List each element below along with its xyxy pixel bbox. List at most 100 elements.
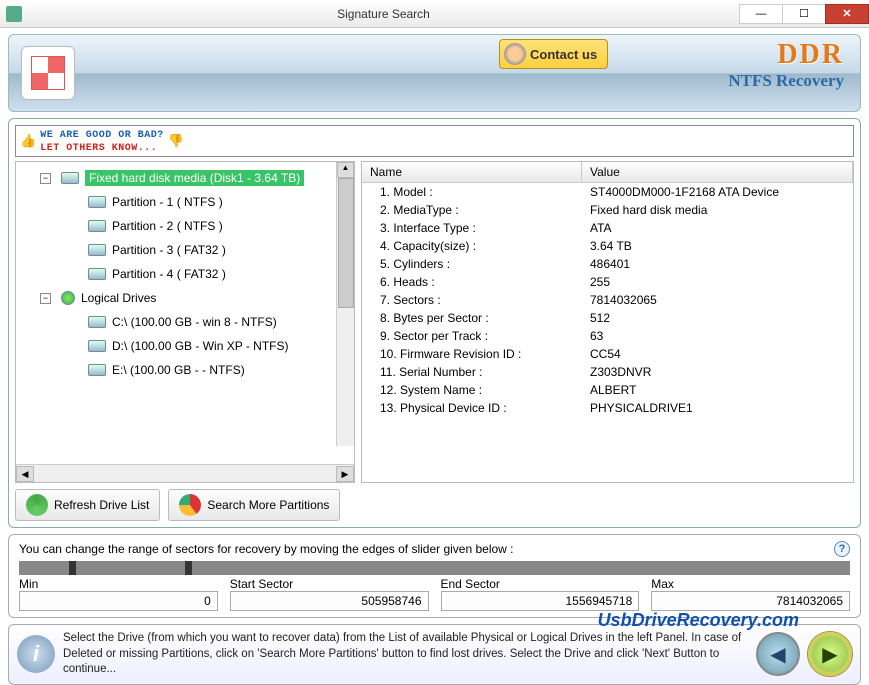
- property-value: ST4000DM000-1F2168 ATA Device: [582, 185, 853, 199]
- product-name: NTFS Recovery: [728, 71, 844, 91]
- header-banner: Contact us DDR NTFS Recovery: [8, 34, 861, 112]
- product-logo: [21, 46, 75, 100]
- tree-partition[interactable]: Partition - 4 ( FAT32 ): [16, 262, 354, 286]
- tree-logical-drive[interactable]: E:\ (100.00 GB - - NTFS): [16, 358, 354, 382]
- property-value: PHYSICALDRIVE1: [582, 401, 853, 415]
- drive-icon: [88, 316, 106, 328]
- property-row[interactable]: 11. Serial Number :Z303DNVR: [362, 363, 853, 381]
- maximize-button[interactable]: ☐: [782, 4, 826, 24]
- property-row[interactable]: 5. Cylinders :486401: [362, 255, 853, 273]
- slider-start-handle[interactable]: [69, 561, 76, 575]
- feedback-banner[interactable]: 👍 WE ARE GOOD OR BAD? LET OTHERS KNOW...…: [15, 125, 854, 157]
- property-row[interactable]: 2. MediaType :Fixed hard disk media: [362, 201, 853, 219]
- property-name: 7. Sectors :: [362, 293, 582, 307]
- max-value[interactable]: 7814032065: [651, 591, 850, 611]
- property-row[interactable]: 7. Sectors :7814032065: [362, 291, 853, 309]
- properties-pane: Name Value 1. Model :ST4000DM000-1F2168 …: [361, 161, 854, 483]
- property-value: 7814032065: [582, 293, 853, 307]
- start-sector-label: Start Sector: [230, 577, 429, 591]
- brand-name: DDR: [728, 39, 844, 71]
- property-value: CC54: [582, 347, 853, 361]
- feedback-line2: LET OTHERS KNOW...: [40, 143, 157, 154]
- slider-end-handle[interactable]: [185, 561, 192, 575]
- property-name: 1. Model :: [362, 185, 582, 199]
- property-value: Fixed hard disk media: [582, 203, 853, 217]
- main-panel: 👍 WE ARE GOOD OR BAD? LET OTHERS KNOW...…: [8, 118, 861, 528]
- property-value: 63: [582, 329, 853, 343]
- property-row[interactable]: 4. Capacity(size) :3.64 TB: [362, 237, 853, 255]
- tree-logical-root[interactable]: − Logical Drives: [16, 286, 354, 310]
- next-button[interactable]: ▶: [808, 632, 852, 676]
- property-value: 255: [582, 275, 853, 289]
- property-row[interactable]: 10. Firmware Revision ID :CC54: [362, 345, 853, 363]
- min-label: Min: [19, 577, 218, 591]
- tree-logical-drive[interactable]: C:\ (100.00 GB - win 8 - NTFS): [16, 310, 354, 334]
- refresh-drive-list-button[interactable]: Refresh Drive List: [15, 489, 160, 521]
- help-icon[interactable]: ?: [834, 541, 850, 557]
- close-button[interactable]: ✕: [825, 4, 869, 24]
- collapse-icon[interactable]: −: [40, 173, 51, 184]
- thumbs-up-icon: 👍: [20, 133, 36, 149]
- tree-vertical-scrollbar[interactable]: ▲: [336, 162, 354, 446]
- hard-disk-icon: [61, 172, 79, 184]
- sector-range-panel: You can change the range of sectors for …: [8, 534, 861, 618]
- tree-partition[interactable]: Partition - 3 ( FAT32 ): [16, 238, 354, 262]
- partition-icon: [88, 196, 106, 208]
- property-name: 4. Capacity(size) :: [362, 239, 582, 253]
- property-row[interactable]: 9. Sector per Track :63: [362, 327, 853, 345]
- scroll-thumb[interactable]: [338, 178, 354, 308]
- tree-horizontal-scrollbar[interactable]: ◀ ▶: [16, 464, 354, 482]
- scroll-left-icon[interactable]: ◀: [16, 466, 34, 482]
- properties-header: Name Value: [362, 162, 853, 183]
- pie-chart-icon: [179, 494, 201, 516]
- min-value[interactable]: 0: [19, 591, 218, 611]
- collapse-icon[interactable]: −: [40, 293, 51, 304]
- info-icon: i: [17, 635, 55, 673]
- drive-tree-pane: − Fixed hard disk media (Disk1 - 3.64 TB…: [15, 161, 355, 483]
- property-value: Z303DNVR: [582, 365, 853, 379]
- instruction-text: Select the Drive (from which you want to…: [63, 631, 748, 678]
- property-row[interactable]: 3. Interface Type :ATA: [362, 219, 853, 237]
- previous-button[interactable]: ◀: [756, 632, 800, 676]
- tree-partition[interactable]: Partition - 1 ( NTFS ): [16, 190, 354, 214]
- property-value: 512: [582, 311, 853, 325]
- scroll-up-icon[interactable]: ▲: [337, 162, 354, 178]
- search-more-partitions-button[interactable]: Search More Partitions: [168, 489, 340, 521]
- property-value: 3.64 TB: [582, 239, 853, 253]
- drive-tree[interactable]: − Fixed hard disk media (Disk1 - 3.64 TB…: [16, 162, 354, 464]
- property-name: 11. Serial Number :: [362, 365, 582, 379]
- property-row[interactable]: 13. Physical Device ID :PHYSICALDRIVE1: [362, 399, 853, 417]
- end-sector-value[interactable]: 1556945718: [441, 591, 640, 611]
- property-value: ALBERT: [582, 383, 853, 397]
- scroll-right-icon[interactable]: ▶: [336, 466, 354, 482]
- property-row[interactable]: 8. Bytes per Sector :512: [362, 309, 853, 327]
- col-value[interactable]: Value: [582, 162, 853, 182]
- minimize-button[interactable]: —: [739, 4, 783, 24]
- drive-icon: [88, 364, 106, 376]
- end-sector-label: End Sector: [441, 577, 640, 591]
- tree-disk-root[interactable]: − Fixed hard disk media (Disk1 - 3.64 TB…: [16, 166, 354, 190]
- titlebar: Signature Search — ☐ ✕: [0, 0, 869, 28]
- col-name[interactable]: Name: [362, 162, 582, 182]
- max-label: Max: [651, 577, 850, 591]
- property-name: 8. Bytes per Sector :: [362, 311, 582, 325]
- sector-range-slider[interactable]: [19, 561, 850, 575]
- tree-partition[interactable]: Partition - 2 ( NTFS ): [16, 214, 354, 238]
- app-icon: [6, 6, 22, 22]
- property-name: 12. System Name :: [362, 383, 582, 397]
- property-row[interactable]: 12. System Name :ALBERT: [362, 381, 853, 399]
- property-name: 3. Interface Type :: [362, 221, 582, 235]
- contact-label: Contact us: [530, 47, 597, 62]
- partition-icon: [88, 244, 106, 256]
- drive-icon: [88, 340, 106, 352]
- tree-logical-drive[interactable]: D:\ (100.00 GB - Win XP - NTFS): [16, 334, 354, 358]
- property-name: 6. Heads :: [362, 275, 582, 289]
- property-value: ATA: [582, 221, 853, 235]
- property-name: 5. Cylinders :: [362, 257, 582, 271]
- property-row[interactable]: 1. Model :ST4000DM000-1F2168 ATA Device: [362, 183, 853, 201]
- start-sector-value[interactable]: 505958746: [230, 591, 429, 611]
- property-row[interactable]: 6. Heads :255: [362, 273, 853, 291]
- contact-us-button[interactable]: Contact us: [499, 39, 608, 69]
- instruction-footer: i Select the Drive (from which you want …: [8, 624, 861, 685]
- property-name: 10. Firmware Revision ID :: [362, 347, 582, 361]
